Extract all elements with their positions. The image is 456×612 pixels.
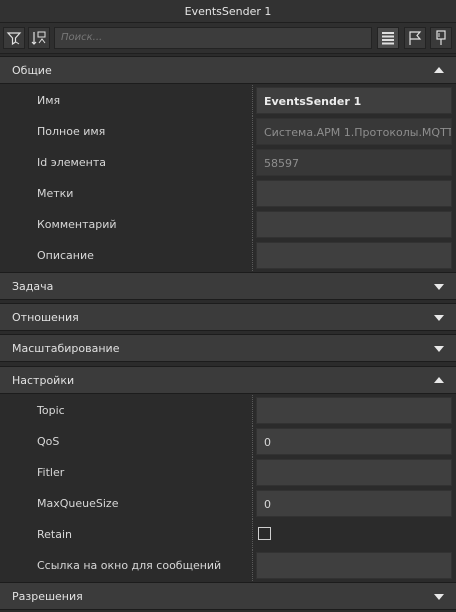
comment-field[interactable] <box>256 211 452 238</box>
prop-label: QoS <box>37 435 60 448</box>
prop-label: Комментарий <box>37 218 117 231</box>
prop-label: Полное имя <box>37 125 106 138</box>
prop-row-name: Имя EventsSender 1 <box>0 85 456 116</box>
pin-icon[interactable] <box>430 27 452 49</box>
description-field[interactable] <box>256 242 452 269</box>
search-input[interactable]: Поиск... <box>54 27 372 49</box>
expand-arrow-icon[interactable] <box>434 284 444 290</box>
toolbar: Поиск... <box>0 23 456 54</box>
section-relations-header[interactable]: Отношения <box>0 303 456 331</box>
full-name-field: Система.АРМ 1.Протоколы.MQTT <box>256 118 452 145</box>
prop-label: Описание <box>37 249 94 262</box>
prop-row-topic: Topic <box>0 395 456 426</box>
prop-row-qos: QoS 0 <box>0 426 456 457</box>
section-settings-header[interactable]: Настройки <box>0 366 456 394</box>
section-scaling-header[interactable]: Масштабирование <box>0 334 456 362</box>
max-queue-size-field[interactable]: 0 <box>256 490 452 517</box>
collapse-arrow-icon[interactable] <box>434 377 444 383</box>
filter-icon[interactable] <box>3 27 25 49</box>
retain-checkbox[interactable] <box>258 527 271 540</box>
section-permissions-header[interactable]: Разрешения <box>0 582 456 610</box>
list-view-icon[interactable] <box>377 27 399 49</box>
prop-label: Метки <box>37 187 74 200</box>
window-title: EventsSender 1 <box>0 0 456 23</box>
prop-row-tags: Метки <box>0 178 456 209</box>
prop-row-description: Описание <box>0 240 456 271</box>
element-id-field: 58597 <box>256 149 452 176</box>
expand-arrow-icon[interactable] <box>434 594 444 600</box>
topic-field[interactable] <box>256 397 452 424</box>
prop-label: Id элемента <box>37 156 106 169</box>
prop-row-full-name: Полное имя Система.АРМ 1.Протоколы.MQTT <box>0 116 456 147</box>
retain-value <box>256 521 452 548</box>
prop-row-filter: Fitler <box>0 457 456 488</box>
filter-field[interactable] <box>256 459 452 486</box>
prop-label: Retain <box>37 528 72 541</box>
section-scaling-label: Масштабирование <box>12 342 120 355</box>
prop-row-comment: Комментарий <box>0 209 456 240</box>
prop-label: Topic <box>37 404 65 417</box>
prop-label: Fitler <box>37 466 65 479</box>
sort-icon[interactable] <box>28 27 50 49</box>
flag-icon[interactable] <box>404 27 426 49</box>
tags-field[interactable] <box>256 180 452 207</box>
section-general-header[interactable]: Общие <box>0 56 456 84</box>
prop-row-element-id: Id элемента 58597 <box>0 147 456 178</box>
prop-label: Имя <box>37 94 61 107</box>
section-settings-label: Настройки <box>12 374 75 387</box>
section-permissions-label: Разрешения <box>12 590 83 603</box>
prop-row-max-queue: MaxQueueSize 0 <box>0 488 456 519</box>
section-task-label: Задача <box>12 280 54 293</box>
prop-row-window-link: Ссылка на окно для сообщений <box>0 550 456 581</box>
expand-arrow-icon[interactable] <box>434 346 444 352</box>
prop-label: MaxQueueSize <box>37 497 119 510</box>
section-relations-label: Отношения <box>12 311 79 324</box>
prop-row-retain: Retain <box>0 519 456 550</box>
expand-arrow-icon[interactable] <box>434 315 444 321</box>
section-general-label: Общие <box>12 64 52 77</box>
name-field[interactable]: EventsSender 1 <box>256 87 452 114</box>
prop-label: Ссылка на окно для сообщений <box>37 559 222 572</box>
qos-field[interactable]: 0 <box>256 428 452 455</box>
collapse-arrow-icon[interactable] <box>434 67 444 73</box>
section-task-header[interactable]: Задача <box>0 272 456 300</box>
window-link-field[interactable] <box>256 552 452 579</box>
